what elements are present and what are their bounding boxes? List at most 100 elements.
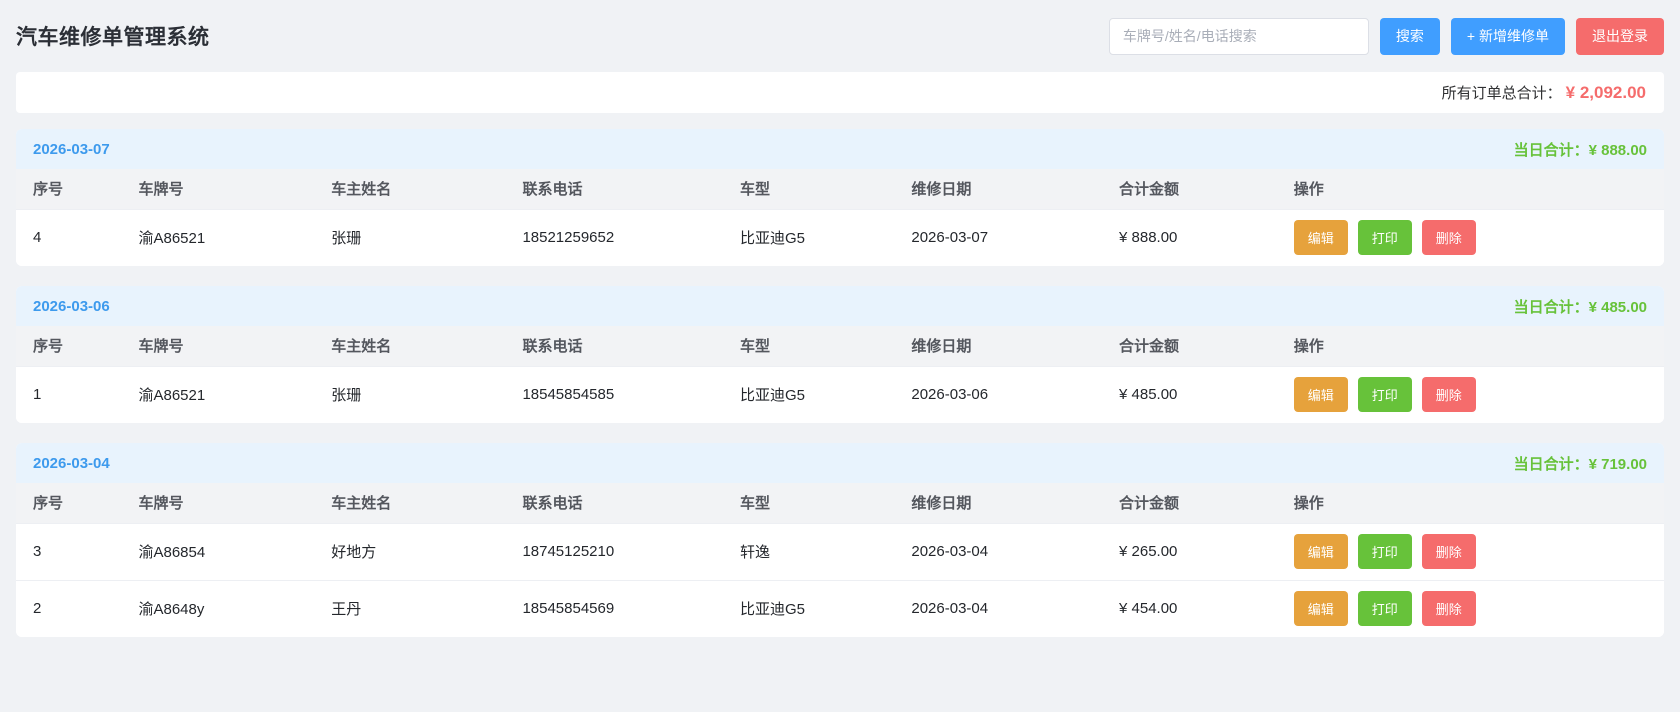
row-repair-date: 2026-03-04 bbox=[894, 523, 1102, 580]
column-header: 联系电话 bbox=[505, 169, 723, 209]
daily-total-label: 当日合计： bbox=[1514, 142, 1589, 159]
order-group: 2026-03-04 当日合计：¥ 719.00 序号车牌号车主姓名联系电话车型… bbox=[16, 443, 1664, 637]
row-owner-name: 好地方 bbox=[314, 523, 505, 580]
group-date: 2026-03-04 bbox=[33, 455, 110, 472]
grand-total-label: 所有订单总合计： bbox=[1442, 82, 1562, 103]
group-header-band: 2026-03-07 当日合计：¥ 888.00 bbox=[16, 129, 1664, 169]
print-button[interactable]: 打印 bbox=[1358, 591, 1412, 626]
row-car-model: 轩逸 bbox=[723, 523, 894, 580]
column-header: 序号 bbox=[16, 326, 121, 366]
logout-button[interactable]: 退出登录 bbox=[1576, 18, 1664, 55]
row-amount: ¥ 888.00 bbox=[1102, 209, 1277, 266]
row-actions: 编辑打印删除 bbox=[1277, 209, 1664, 266]
column-header: 车牌号 bbox=[121, 169, 314, 209]
daily-total-value: ¥ 485.00 bbox=[1589, 299, 1647, 316]
row-plate: 渝A86854 bbox=[121, 523, 314, 580]
row-car-model: 比亚迪G5 bbox=[723, 580, 894, 637]
column-header: 操作 bbox=[1277, 169, 1664, 209]
row-car-model: 比亚迪G5 bbox=[723, 366, 894, 423]
orders-table: 序号车牌号车主姓名联系电话车型维修日期合计金额操作 1渝A86521张珊1854… bbox=[16, 326, 1664, 423]
row-seq: 3 bbox=[16, 523, 121, 580]
delete-button[interactable]: 删除 bbox=[1422, 377, 1476, 412]
group-header-band: 2026-03-04 当日合计：¥ 719.00 bbox=[16, 443, 1664, 483]
column-header: 操作 bbox=[1277, 326, 1664, 366]
row-owner-name: 王丹 bbox=[314, 580, 505, 637]
column-header: 维修日期 bbox=[894, 169, 1102, 209]
row-actions: 编辑打印删除 bbox=[1277, 580, 1664, 637]
row-amount: ¥ 485.00 bbox=[1102, 366, 1277, 423]
row-seq: 2 bbox=[16, 580, 121, 637]
order-group: 2026-03-06 当日合计：¥ 485.00 序号车牌号车主姓名联系电话车型… bbox=[16, 286, 1664, 423]
row-car-model: 比亚迪G5 bbox=[723, 209, 894, 266]
row-seq: 1 bbox=[16, 366, 121, 423]
row-repair-date: 2026-03-04 bbox=[894, 580, 1102, 637]
grand-total-value: ¥ 2,092.00 bbox=[1566, 83, 1646, 103]
table-row: 3渝A86854好地方18745125210轩逸2026-03-04¥ 265.… bbox=[16, 523, 1664, 580]
column-header: 合计金额 bbox=[1102, 169, 1277, 209]
delete-button[interactable]: 删除 bbox=[1422, 534, 1476, 569]
order-group: 2026-03-07 当日合计：¥ 888.00 序号车牌号车主姓名联系电话车型… bbox=[16, 129, 1664, 266]
grand-total-bar: 所有订单总合计： ¥ 2,092.00 bbox=[16, 72, 1664, 113]
column-header: 维修日期 bbox=[894, 326, 1102, 366]
column-header: 车型 bbox=[723, 483, 894, 523]
row-repair-date: 2026-03-07 bbox=[894, 209, 1102, 266]
row-owner-name: 张珊 bbox=[314, 209, 505, 266]
column-header: 序号 bbox=[16, 483, 121, 523]
column-header: 序号 bbox=[16, 169, 121, 209]
row-actions: 编辑打印删除 bbox=[1277, 523, 1664, 580]
column-header: 车主姓名 bbox=[314, 169, 505, 209]
top-bar: 汽车维修单管理系统 搜索 + 新增维修单 退出登录 bbox=[0, 0, 1680, 72]
column-header: 维修日期 bbox=[894, 483, 1102, 523]
print-button[interactable]: 打印 bbox=[1358, 534, 1412, 569]
column-header: 合计金额 bbox=[1102, 326, 1277, 366]
row-plate: 渝A86521 bbox=[121, 366, 314, 423]
column-header: 车牌号 bbox=[121, 483, 314, 523]
daily-total: 当日合计：¥ 888.00 bbox=[1514, 139, 1647, 160]
row-phone: 18545854569 bbox=[505, 580, 723, 637]
column-header: 车牌号 bbox=[121, 326, 314, 366]
group-date: 2026-03-06 bbox=[33, 298, 110, 315]
delete-button[interactable]: 删除 bbox=[1422, 220, 1476, 255]
daily-total-value: ¥ 719.00 bbox=[1589, 456, 1647, 473]
column-header: 联系电话 bbox=[505, 483, 723, 523]
toolbar: 搜索 + 新增维修单 退出登录 bbox=[1109, 18, 1664, 55]
print-button[interactable]: 打印 bbox=[1358, 377, 1412, 412]
table-header-row: 序号车牌号车主姓名联系电话车型维修日期合计金额操作 bbox=[16, 326, 1664, 366]
row-owner-name: 张珊 bbox=[314, 366, 505, 423]
edit-button[interactable]: 编辑 bbox=[1294, 220, 1348, 255]
column-header: 车主姓名 bbox=[314, 483, 505, 523]
daily-total: 当日合计：¥ 719.00 bbox=[1514, 453, 1647, 474]
daily-total: 当日合计：¥ 485.00 bbox=[1514, 296, 1647, 317]
table-row: 2渝A8648y王丹18545854569比亚迪G52026-03-04¥ 45… bbox=[16, 580, 1664, 637]
page-title: 汽车维修单管理系统 bbox=[16, 21, 210, 51]
add-repair-order-button[interactable]: + 新增维修单 bbox=[1451, 18, 1565, 55]
row-actions: 编辑打印删除 bbox=[1277, 366, 1664, 423]
edit-button[interactable]: 编辑 bbox=[1294, 534, 1348, 569]
column-header: 车型 bbox=[723, 326, 894, 366]
table-row: 4渝A86521张珊18521259652比亚迪G52026-03-07¥ 88… bbox=[16, 209, 1664, 266]
edit-button[interactable]: 编辑 bbox=[1294, 591, 1348, 626]
daily-total-label: 当日合计： bbox=[1514, 299, 1589, 316]
search-input[interactable] bbox=[1109, 18, 1369, 55]
row-plate: 渝A8648y bbox=[121, 580, 314, 637]
table-header-row: 序号车牌号车主姓名联系电话车型维修日期合计金额操作 bbox=[16, 483, 1664, 523]
table-row: 1渝A86521张珊18545854585比亚迪G52026-03-06¥ 48… bbox=[16, 366, 1664, 423]
delete-button[interactable]: 删除 bbox=[1422, 591, 1476, 626]
column-header: 操作 bbox=[1277, 483, 1664, 523]
row-phone: 18521259652 bbox=[505, 209, 723, 266]
row-amount: ¥ 265.00 bbox=[1102, 523, 1277, 580]
row-seq: 4 bbox=[16, 209, 121, 266]
column-header: 合计金额 bbox=[1102, 483, 1277, 523]
table-header-row: 序号车牌号车主姓名联系电话车型维修日期合计金额操作 bbox=[16, 169, 1664, 209]
order-groups: 2026-03-07 当日合计：¥ 888.00 序号车牌号车主姓名联系电话车型… bbox=[0, 129, 1680, 637]
row-phone: 18745125210 bbox=[505, 523, 723, 580]
search-button[interactable]: 搜索 bbox=[1380, 18, 1440, 55]
column-header: 车主姓名 bbox=[314, 326, 505, 366]
orders-table: 序号车牌号车主姓名联系电话车型维修日期合计金额操作 4渝A86521张珊1852… bbox=[16, 169, 1664, 266]
group-date: 2026-03-07 bbox=[33, 141, 110, 158]
print-button[interactable]: 打印 bbox=[1358, 220, 1412, 255]
edit-button[interactable]: 编辑 bbox=[1294, 377, 1348, 412]
group-header-band: 2026-03-06 当日合计：¥ 485.00 bbox=[16, 286, 1664, 326]
column-header: 车型 bbox=[723, 169, 894, 209]
daily-total-label: 当日合计： bbox=[1514, 456, 1589, 473]
